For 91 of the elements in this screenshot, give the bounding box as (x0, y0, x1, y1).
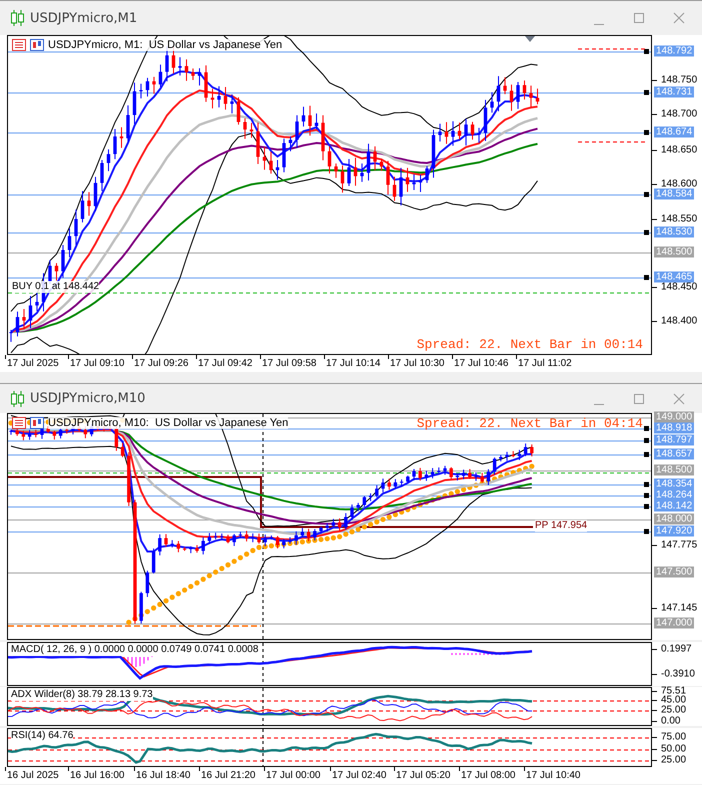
price-axis-label: 148.750 (660, 74, 698, 86)
line-handle[interactable] (644, 529, 649, 534)
line-handle[interactable] (644, 90, 649, 95)
line-handle[interactable] (644, 426, 649, 431)
indicator-label: MACD( 12, 26, 9 ) 0.0000 0.0000 0.0749 0.0741 0.0008 (11, 644, 258, 656)
maximize-icon (633, 12, 645, 24)
shift-marker-icon[interactable] (525, 36, 535, 42)
price-axis-label: 148.674 (654, 126, 694, 138)
order-label: BUY 0.1 at 148.442 (12, 281, 100, 293)
price-axis-label: 147.500 (654, 566, 694, 578)
price-axis-label: 148.530 (654, 226, 694, 238)
price-axis-label: 147.775 (660, 540, 698, 550)
time-axis-label: 17 Jul 00:00 (266, 770, 320, 782)
pivot-label: PP 147.954 (535, 520, 588, 532)
price-axis-label: 25.00 (660, 754, 688, 766)
price-axis-label: 148.264 (654, 490, 694, 500)
time-axis-label: 17 Jul 09:58 (262, 358, 316, 370)
time-axis-label: 16 Jul 16:00 (70, 770, 124, 782)
line-handle[interactable] (644, 504, 649, 509)
price-axis-label: 148.354 (654, 478, 694, 490)
line-handle[interactable] (644, 438, 649, 443)
spread-status-text: Spread: 22. Next Bar in 00:14 (416, 337, 643, 352)
time-axis-label: 17 Jul 10:40 (526, 770, 580, 782)
price-axis-label: 148.450 (660, 282, 698, 292)
line-handle[interactable] (644, 130, 649, 135)
time-axis-label: 17 Jul 10:30 (390, 358, 444, 370)
list-icon[interactable] (12, 417, 26, 429)
price-axis-label: -0.3910 (660, 668, 696, 680)
line-handle[interactable] (644, 452, 649, 457)
price-axis-label: 50.00 (660, 744, 688, 754)
window-title: USDJPYmicro,M10 (30, 391, 146, 406)
minimize-icon (594, 404, 604, 405)
price-axis-label: 148.550 (660, 214, 698, 224)
price-axis-label: 148.792 (654, 46, 694, 56)
price-axis-label: 148.584 (654, 188, 694, 200)
price-axis-label: 148.797 (654, 434, 694, 446)
time-axis-label: 17 Jul 10:14 (326, 358, 380, 370)
price-axis-label: 148.142 (654, 500, 694, 512)
price-axis-label: 148.700 (660, 108, 698, 120)
time-axis-label: 17 Jul 2025 (7, 358, 59, 370)
line-handle[interactable] (644, 275, 649, 280)
chart-symbol-label: USDJPYmicro, M1: US Dollar vs Japanese Yen (48, 39, 282, 51)
close-icon (673, 392, 685, 404)
chart-icon[interactable] (30, 417, 44, 429)
time-axis-label: 17 Jul 11:02 (518, 358, 572, 370)
price-axis-label: 0.00 (660, 716, 682, 726)
price-axis-label: 0.1997 (660, 644, 693, 654)
price-axis-label: 147.920 (654, 526, 694, 536)
price-axis-label: 148.500 (654, 246, 694, 258)
line-handle[interactable] (644, 230, 649, 235)
price-axis-label: 75.00 (660, 732, 688, 742)
candlestick-icon (10, 10, 24, 26)
time-axis-label: 17 Jul 09:42 (198, 358, 252, 370)
price-axis-label: 148.500 (654, 464, 694, 476)
close-icon (673, 12, 685, 24)
list-icon[interactable] (12, 39, 26, 51)
time-axis-label: 16 Jul 2025 (7, 770, 59, 782)
time-axis-label: 17 Jul 02:40 (332, 770, 386, 782)
line-handle[interactable] (644, 49, 649, 54)
time-axis-label: 17 Jul 08:00 (461, 770, 516, 782)
maximize-icon (633, 392, 645, 404)
price-axis-label: 75.51 (660, 686, 688, 696)
window-title: USDJPYmicro,M1 (30, 10, 138, 26)
price-axis-label: 45.00 (660, 694, 688, 706)
time-axis-label: 17 Jul 09:10 (70, 358, 124, 370)
line-handle[interactable] (644, 493, 649, 498)
indicator-label: ADX Wilder(8) 38.79 28.13 9.73 (11, 689, 153, 701)
time-axis-label: 17 Jul 05:20 (396, 770, 450, 782)
price-axis-label: 148.918 (654, 422, 694, 434)
line-handle[interactable] (644, 192, 649, 197)
price-axis-label: 147.000 (654, 618, 694, 628)
price-axis-label: 149.000 (654, 412, 694, 422)
price-axis-label: 25.00 (660, 704, 688, 716)
time-axis-label: 17 Jul 10:46 (454, 358, 508, 370)
time-axis-label: 16 Jul 21:20 (201, 770, 256, 782)
indicator-label: RSI(14) 64.76 (11, 730, 74, 742)
price-axis-label: 148.400 (660, 316, 698, 326)
line-handle[interactable] (644, 482, 649, 487)
spread-status-text: Spread: 22. Next Bar in 04:14 (416, 416, 643, 431)
price-axis-label: 148.650 (660, 144, 698, 156)
price-axis-label: 148.000 (654, 514, 694, 524)
price-axis-label: 148.657 (654, 448, 694, 460)
time-axis-label: 17 Jul 09:26 (134, 358, 188, 370)
price-axis-label: 148.600 (660, 178, 698, 190)
chart-icon[interactable] (30, 39, 44, 51)
time-axis-label: 16 Jul 18:40 (136, 770, 190, 782)
price-axis-label: 147.145 (660, 602, 698, 614)
price-axis-label: 148.731 (654, 86, 694, 98)
price-axis-label: 148.465 (654, 272, 694, 282)
chart-symbol-label: USDJPYmicro, M10: US Dollar vs Japanese Yen (48, 417, 288, 429)
candlestick-icon (10, 390, 24, 406)
